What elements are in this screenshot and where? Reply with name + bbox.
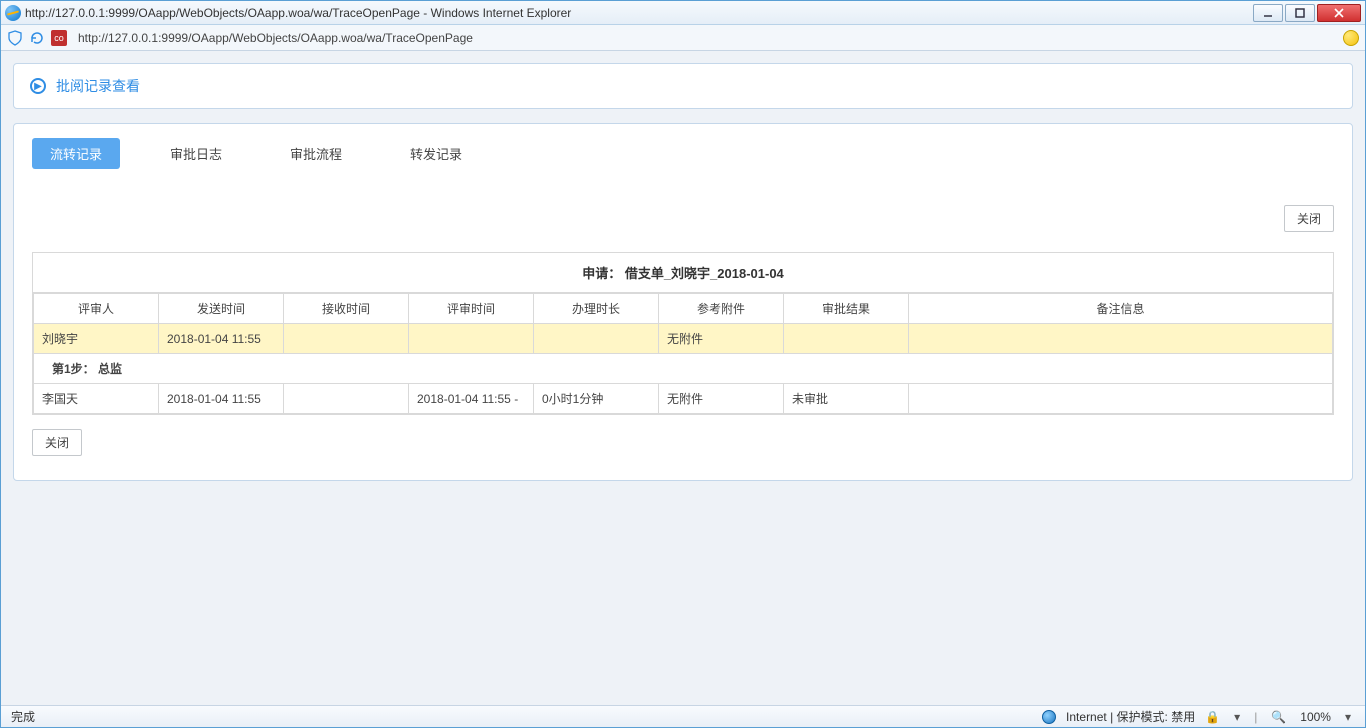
col-result: 审批结果	[784, 294, 909, 324]
top-button-row: 关闭	[32, 205, 1334, 232]
bottom-button-row: 关闭	[32, 429, 1334, 456]
close-button-bottom[interactable]: 关闭	[32, 429, 82, 456]
table-row[interactable]: 刘晓宇 2018-01-04 11:55 无附件	[34, 324, 1333, 354]
col-remark: 备注信息	[909, 294, 1333, 324]
zoom-dropdown-icon[interactable]: ▾	[1341, 710, 1355, 724]
window-control-buttons	[1253, 4, 1361, 22]
table-caption: 申请： 借支单_刘晓宇_2018-01-04	[33, 253, 1333, 293]
tab-label: 转发记录	[410, 147, 462, 162]
browser-window: http://127.0.0.1:9999/OAapp/WebObjects/O…	[0, 0, 1366, 728]
tab-label: 审批流程	[290, 147, 342, 162]
title-bar: http://127.0.0.1:9999/OAapp/WebObjects/O…	[1, 1, 1365, 25]
col-duration: 办理时长	[534, 294, 659, 324]
tab-bar: 流转记录 审批日志 审批流程 转发记录	[32, 138, 1334, 169]
col-receive-time: 接收时间	[284, 294, 409, 324]
table-step-row: 第1步： 总监	[34, 354, 1333, 384]
tab-approval-flow[interactable]: 审批流程	[272, 138, 360, 169]
url-field[interactable]: http://127.0.0.1:9999/OAapp/WebObjects/O…	[73, 28, 1337, 48]
zoom-value: 100%	[1300, 710, 1331, 724]
col-send-time: 发送时间	[159, 294, 284, 324]
cell-remark	[909, 384, 1333, 414]
protected-mode-text: Internet | 保护模式: 禁用	[1066, 708, 1195, 725]
status-text: 完成	[11, 708, 1042, 725]
col-reviewer: 评审人	[34, 294, 159, 324]
cell-result: 未审批	[784, 384, 909, 414]
cell-review-time: 2018-01-04 11:55 -	[409, 384, 534, 414]
lock-icon: 🔒	[1205, 710, 1220, 724]
tab-forward-record[interactable]: 转发记录	[392, 138, 480, 169]
separator: |	[1254, 710, 1257, 724]
cell-send-time: 2018-01-04 11:55	[159, 324, 284, 354]
cell-remark	[909, 324, 1333, 354]
close-window-button[interactable]	[1317, 4, 1361, 22]
step-label: 第1步： 总监	[34, 354, 1333, 384]
globe-icon	[1042, 710, 1056, 724]
page-header-panel: ▶ 批阅记录查看	[13, 63, 1353, 109]
cell-reviewer: 刘晓宇	[34, 324, 159, 354]
ie-icon	[5, 5, 21, 21]
refresh-icon[interactable]	[29, 30, 45, 46]
tab-label: 审批日志	[170, 147, 222, 162]
cell-duration	[534, 324, 659, 354]
status-right: Internet | 保护模式: 禁用 🔒 ▾ | 🔍 100% ▾	[1042, 708, 1355, 725]
zoom-icon[interactable]: 🔍	[1267, 710, 1290, 724]
close-button-top[interactable]: 关闭	[1284, 205, 1334, 232]
app-badge-icon: co	[51, 30, 67, 46]
tab-flow-record[interactable]: 流转记录	[32, 138, 120, 169]
status-bar: 完成 Internet | 保护模式: 禁用 🔒 ▾ | 🔍 100% ▾	[1, 705, 1365, 727]
table-row[interactable]: 李国天 2018-01-04 11:55 2018-01-04 11:55 - …	[34, 384, 1333, 414]
table-header-row: 评审人 发送时间 接收时间 评审时间 办理时长 参考附件 审批结果 备注信息	[34, 294, 1333, 324]
cell-result	[784, 324, 909, 354]
cell-reviewer: 李国天	[34, 384, 159, 414]
page-title: 批阅记录查看	[56, 76, 140, 96]
shield-icon[interactable]	[7, 30, 23, 46]
records-table-wrap: 申请： 借支单_刘晓宇_2018-01-04 评审人 发送时间 接收时间 评审时…	[32, 252, 1334, 415]
security-dropdown-icon[interactable]: ▾	[1230, 710, 1244, 724]
cell-review-time	[409, 324, 534, 354]
tab-approval-log[interactable]: 审批日志	[152, 138, 240, 169]
cell-attachment: 无附件	[659, 384, 784, 414]
favorite-icon[interactable]	[1343, 30, 1359, 46]
col-attachment: 参考附件	[659, 294, 784, 324]
arrow-right-icon: ▶	[30, 78, 46, 94]
address-bar: co http://127.0.0.1:9999/OAapp/WebObject…	[1, 25, 1365, 51]
main-card: 流转记录 审批日志 审批流程 转发记录 关闭 申请： 借支单_刘晓宇_2018-…	[13, 123, 1353, 481]
maximize-button[interactable]	[1285, 4, 1315, 22]
tab-label: 流转记录	[50, 147, 102, 162]
minimize-button[interactable]	[1253, 4, 1283, 22]
cell-receive-time	[284, 384, 409, 414]
window-title: http://127.0.0.1:9999/OAapp/WebObjects/O…	[25, 6, 1253, 20]
page-content: ▶ 批阅记录查看 流转记录 审批日志 审批流程 转发记录 关闭 申请： 借支单_…	[1, 51, 1365, 705]
cell-send-time: 2018-01-04 11:55	[159, 384, 284, 414]
cell-receive-time	[284, 324, 409, 354]
cell-duration: 0小时1分钟	[534, 384, 659, 414]
cell-attachment: 无附件	[659, 324, 784, 354]
records-table: 评审人 发送时间 接收时间 评审时间 办理时长 参考附件 审批结果 备注信息 刘	[33, 293, 1333, 414]
col-review-time: 评审时间	[409, 294, 534, 324]
